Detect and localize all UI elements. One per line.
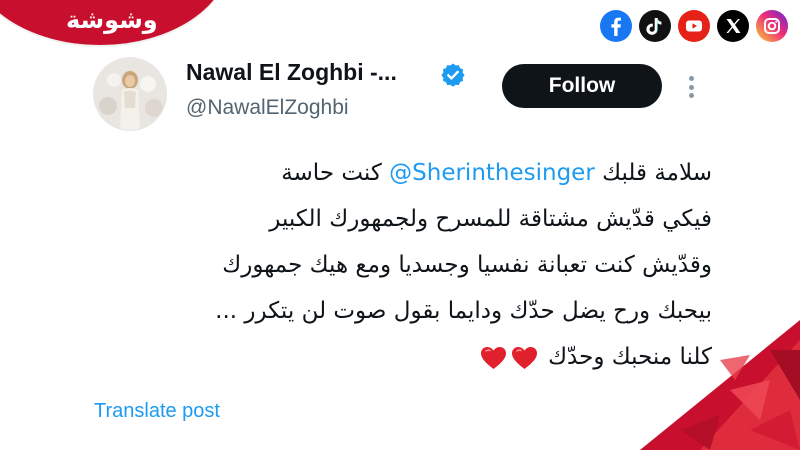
more-options-icon[interactable] [680,70,702,104]
tweet-text-segment: كنت حاسة [281,160,390,186]
follow-button[interactable]: Follow [502,64,662,108]
avatar[interactable] [94,58,166,130]
tweet-text: سلامة قلبك @Sherinthesinger كنت حاسة فيك… [96,150,712,380]
facebook-icon[interactable] [600,10,632,42]
instagram-icon[interactable] [756,10,788,42]
news-card: وشوشة Nawal El Zoghbi -... @NawalElZoghb… [0,0,800,450]
youtube-icon[interactable] [678,10,710,42]
tweet-line-3: وقدّيش كنت تعبانة نفسيا وجسديا ومع هيك ج… [222,252,712,278]
tweet-line-5: كلنا منحبك وحدّك [96,334,712,380]
tweet-text-segment: كلنا منحبك وحدّك [548,344,712,370]
user-handle[interactable]: @NawalElZoghbi [186,96,349,120]
tweet-line-1: سلامة قلبك @Sherinthesinger كنت حاسة [96,150,712,196]
translate-post-link[interactable]: Translate post [94,400,220,423]
tiktok-icon[interactable] [639,10,671,42]
verified-badge-icon [441,63,465,87]
heart-icon [512,346,538,369]
tweet-line-4: بيحبك ورح يضل حدّك ودايما بقول صوت لن يت… [215,298,712,324]
tweet-line-2: فيكي قدّيش مشتاقة للمسرح ولجمهورك الكبير [269,206,712,232]
display-name[interactable]: Nawal El Zoghbi -... [186,59,397,86]
heart-emoji-icons [480,346,538,370]
heart-icon [481,346,507,369]
social-icons [600,10,788,42]
mention-link[interactable]: @Sherinthesinger [389,160,595,186]
x-icon[interactable] [717,10,749,42]
tweet-text-segment: سلامة قلبك [594,160,712,186]
brand-logo: وشوشة [66,6,158,34]
